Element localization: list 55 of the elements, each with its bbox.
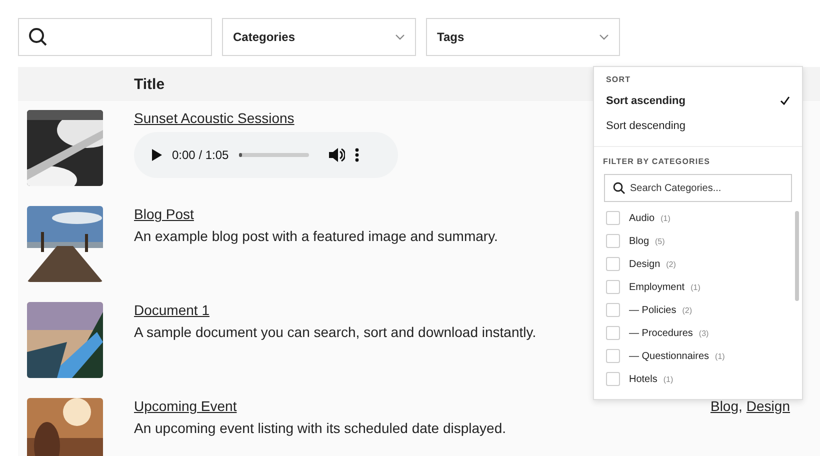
- scrollbar[interactable]: [795, 211, 799, 301]
- search-field[interactable]: [18, 18, 212, 56]
- audio-time: 0:00 / 1:05: [172, 148, 229, 162]
- item-title-link[interactable]: Sunset Acoustic Sessions: [134, 110, 294, 126]
- category-count: (3): [698, 328, 709, 338]
- item-description: A sample document you can search, sort and download instantly.: [134, 324, 536, 340]
- category-count: (1): [690, 282, 700, 292]
- checkbox[interactable]: [606, 280, 620, 294]
- dropdown[interactable]: Categories: [222, 18, 416, 56]
- checkbox[interactable]: [606, 372, 620, 386]
- item-title-link[interactable]: Upcoming Event: [134, 398, 237, 414]
- checkmark-icon: [780, 96, 790, 105]
- search-icon: [28, 27, 48, 47]
- menu-heading: FILTER BY CATEGORIES: [602, 156, 712, 168]
- category-label[interactable]: Employment: [629, 282, 685, 292]
- category-label[interactable]: — Questionnaires: [629, 350, 710, 362]
- category-search-field[interactable]: Search Categories...: [604, 174, 792, 202]
- checkbox[interactable]: [606, 234, 620, 248]
- menu-heading: SORT: [605, 74, 632, 86]
- category-link[interactable]: Blog: [710, 398, 739, 414]
- category-label[interactable]: Hotels: [629, 374, 658, 384]
- category-label[interactable]: — Policies: [629, 304, 676, 316]
- item-title-link[interactable]: Document 1: [134, 302, 210, 318]
- category-count: (2): [682, 306, 692, 314]
- category-label[interactable]: — Procedures: [629, 328, 693, 338]
- audio-player[interactable]: 0:00 / 1:05: [134, 132, 398, 178]
- checkbox[interactable]: [606, 326, 620, 340]
- category-count: (1): [663, 374, 674, 384]
- chevron-down-icon: [395, 34, 405, 40]
- category-link[interactable]: Design: [746, 398, 790, 414]
- category-count: (1): [660, 214, 670, 222]
- search-icon: [613, 182, 625, 194]
- category-count: (2): [666, 260, 676, 268]
- seek-slider[interactable]: [238, 153, 309, 157]
- checkbox[interactable]: [606, 349, 620, 363]
- checkbox[interactable]: [606, 211, 620, 225]
- chevron-down-icon: [599, 34, 609, 40]
- dropdown[interactable]: Tags: [426, 18, 620, 56]
- sort-option[interactable]: Sort ascending: [594, 88, 802, 113]
- sort-option[interactable]: Sort descending: [594, 113, 802, 138]
- category-label[interactable]: Blog: [629, 236, 650, 246]
- category-count: (1): [715, 352, 725, 360]
- category-label[interactable]: Audio: [629, 212, 655, 224]
- item-title-link[interactable]: Blog Post: [134, 206, 194, 222]
- item-description: An upcoming event listing with its scheduled date displayed.: [134, 420, 506, 436]
- checkbox[interactable]: [606, 257, 620, 271]
- category-count: (5): [655, 236, 665, 246]
- volume-icon[interactable]: [328, 148, 345, 162]
- category-label[interactable]: Design: [629, 258, 660, 270]
- play-icon[interactable]: [152, 149, 162, 161]
- separator: ,: [738, 398, 742, 414]
- checkbox[interactable]: [606, 303, 620, 317]
- column-header[interactable]: Title: [134, 76, 165, 92]
- item-description: An example blog post with a featured image and summary.: [134, 228, 498, 244]
- more-options-icon[interactable]: [354, 148, 359, 162]
